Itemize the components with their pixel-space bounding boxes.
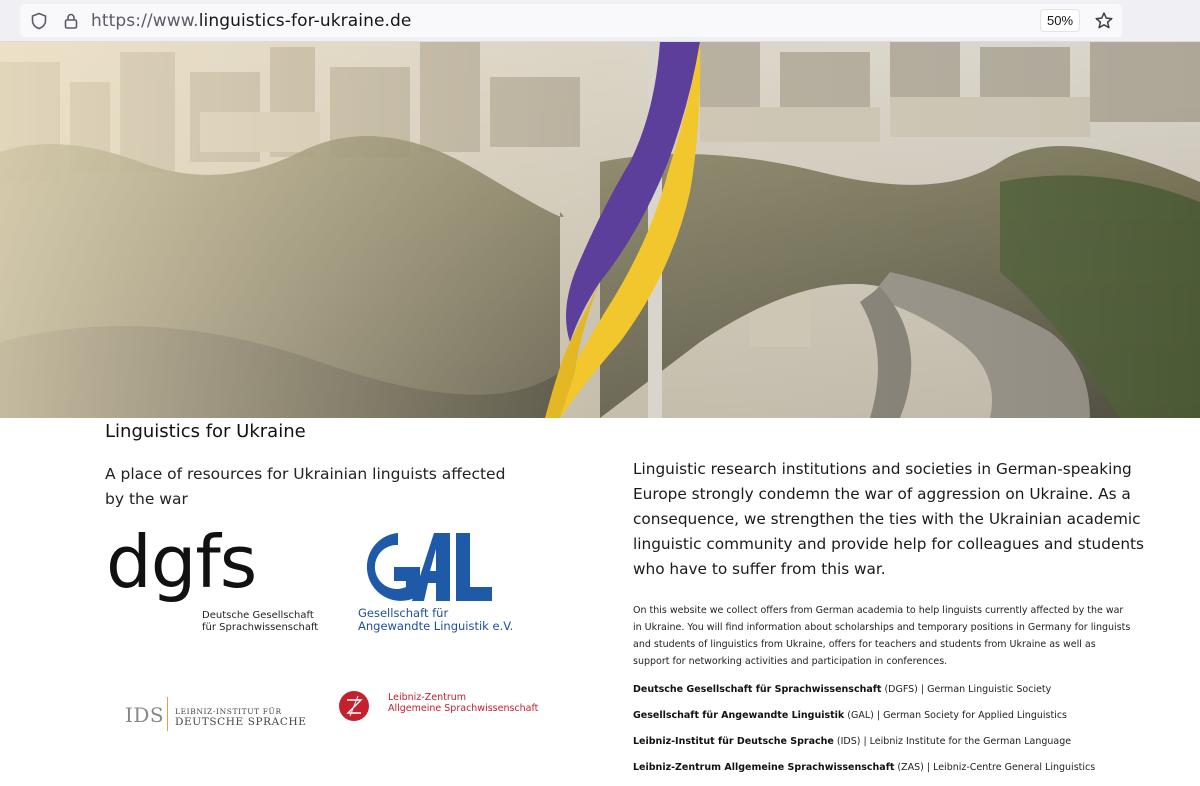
url-domain: linguistics-for-ukraine.de	[198, 11, 412, 31]
organization-item[interactable]: Leibniz-Zentrum Allgemeine Sprachwissens…	[633, 755, 1153, 781]
gal-logo-subtitle: Gesellschaft für Angewandte Linguistik e…	[358, 607, 513, 633]
ids-divider	[167, 697, 168, 731]
dgfs-wordmark: dgfs	[106, 520, 257, 604]
dgfs-logo-subtitle: Deutsche Gesellschaft für Sprachwissensc…	[202, 610, 318, 634]
zoom-level-button[interactable]: 50%	[1040, 9, 1080, 32]
organization-name: Deutsche Gesellschaft für Sprachwissensc…	[633, 684, 882, 695]
zas-logo-line2: Allgemeine Sprachwissenschaft	[388, 703, 539, 714]
organization-name: Leibniz-Zentrum Allgemeine Sprachwissens…	[633, 762, 895, 773]
ids-logo-subtitle: LEIBNIZ-INSTITUT FÜR DEUTSCHE SPRACHE	[175, 707, 307, 728]
zas-logo[interactable]: Leibniz-Zentrum Allgemeine Sprachwissens…	[338, 688, 538, 724]
organization-details: (DGFS) | German Linguistic Society	[881, 684, 1052, 695]
organization-item[interactable]: Leibniz-Institut für Deutsche Sprache (I…	[633, 729, 1153, 755]
organization-details: (GAL) | German Society for Applied Lingu…	[844, 710, 1067, 721]
organization-details: (IDS) | Leibniz Institute for the German…	[833, 736, 1072, 747]
dgfs-logo[interactable]: dgfs Deutsche Gesellschaft für Sprachwis…	[106, 526, 318, 635]
page-title: Linguistics for Ukraine	[105, 421, 306, 442]
mission-statement: Linguistic research institutions and soc…	[633, 460, 1145, 578]
url-bar[interactable]: https://www.linguistics-for-ukraine.de 5…	[20, 4, 1122, 37]
organization-name: Gesellschaft für Angewandte Linguistik	[633, 710, 845, 721]
zas-logo-subtitle: Leibniz-Zentrum Allgemeine Sprachwissens…	[388, 692, 538, 714]
organization-details: (ZAS) | Leibniz-Centre General Linguisti…	[894, 762, 1096, 773]
shield-icon[interactable]	[30, 12, 48, 30]
browser-toolbar: https://www.linguistics-for-ukraine.de 5…	[0, 0, 1200, 42]
gal-logo[interactable]: Gesellschaft für Angewandte Linguistik e…	[350, 525, 513, 650]
ids-wordmark: IDS	[125, 703, 165, 727]
organization-item[interactable]: Gesellschaft für Angewandte Linguistik (…	[633, 703, 1153, 729]
gal-emblem	[366, 533, 492, 601]
dgfs-logo-line1: Deutsche Gesellschaft	[202, 610, 314, 621]
bookmark-star-icon[interactable]	[1094, 11, 1114, 31]
zas-logo-line1: Leibniz-Zentrum	[388, 692, 466, 703]
ids-logo-line1: LEIBNIZ-INSTITUT FÜR	[175, 707, 282, 716]
url-prefix: https://www.	[91, 11, 199, 31]
ids-logo-line2: DEUTSCHE SPRACHE	[175, 716, 307, 728]
url-text[interactable]: https://www.linguistics-for-ukraine.de	[91, 11, 411, 31]
gal-logo-line2: Angewandte Linguistik e.V.	[358, 619, 514, 633]
info-paragraph: On this website we collect offers from G…	[633, 605, 1131, 667]
zas-emblem	[339, 691, 369, 721]
organization-name: Leibniz-Institut für Deutsche Sprache	[633, 736, 834, 747]
lock-icon[interactable]	[62, 12, 80, 30]
tagline: A place of resources for Ukrainian lingu…	[105, 465, 506, 508]
ids-logo[interactable]: IDS LEIBNIZ-INSTITUT FÜR DEUTSCHE SPRACH…	[125, 695, 306, 735]
dgfs-logo-line2: für Sprachwissenschaft	[202, 622, 319, 633]
organization-item[interactable]: Deutsche Gesellschaft für Sprachwissensc…	[633, 677, 1153, 703]
hero-image	[0, 42, 1200, 418]
organization-list: Deutsche Gesellschaft für Sprachwissensc…	[633, 677, 1153, 781]
